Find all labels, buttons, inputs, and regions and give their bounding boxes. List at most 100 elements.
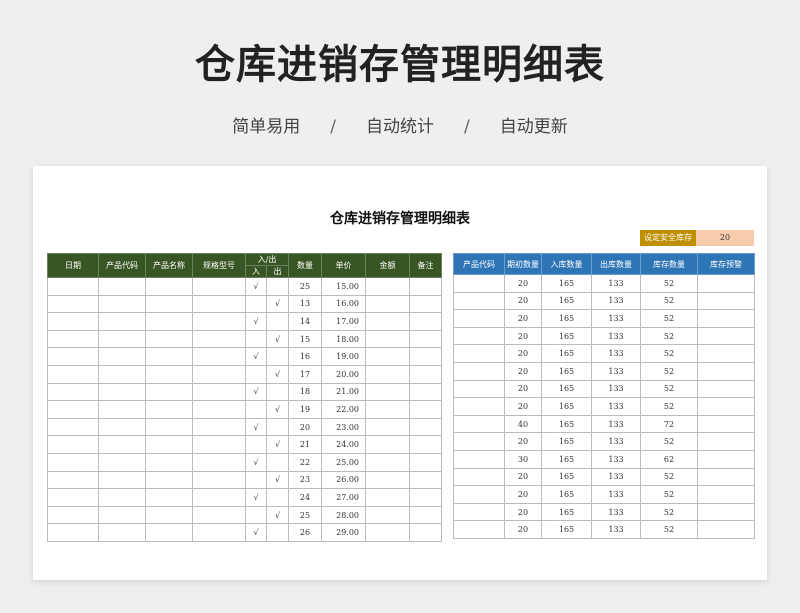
cell-product-code[interactable] [453,467,505,487]
cell-stock-qty[interactable]: 52 [640,502,698,522]
cell-amount[interactable] [365,364,411,384]
cell-inbound-qty[interactable]: 165 [541,309,592,328]
cell-stock-qty[interactable]: 52 [640,344,698,363]
cell-outbound-qty[interactable]: 133 [591,326,641,346]
cell-unit-price[interactable]: 29.00 [321,523,367,542]
cell-unit-price[interactable]: 25.00 [321,452,367,472]
cell-in-check[interactable] [245,329,267,349]
cell-product-code[interactable] [453,449,505,469]
cell-out-check[interactable] [265,382,290,402]
cell-spec[interactable] [192,417,246,437]
cell-opening-qty[interactable]: 20 [504,485,542,504]
cell-in-check[interactable] [245,364,267,384]
cell-product-name[interactable] [145,488,193,507]
cell-date[interactable] [47,523,99,542]
cell-spec[interactable] [192,452,246,472]
cell-stock-alert[interactable] [697,520,755,539]
cell-inbound-qty[interactable]: 165 [541,520,592,539]
cell-unit-price[interactable]: 27.00 [321,488,367,507]
cell-product-code[interactable] [453,502,505,522]
cell-amount[interactable] [365,294,411,314]
cell-remark[interactable] [409,435,443,454]
cell-spec[interactable] [192,329,246,349]
cell-product-name[interactable] [145,505,193,525]
cell-date[interactable] [47,312,99,331]
cell-remark[interactable] [409,470,443,490]
cell-stock-alert[interactable] [697,361,755,381]
cell-unit-price[interactable]: 28.00 [321,505,367,525]
cell-inbound-qty[interactable]: 165 [541,467,592,487]
cell-out-check[interactable]: √ [265,400,290,419]
cell-opening-qty[interactable]: 20 [504,309,542,328]
cell-stock-alert[interactable] [697,344,755,363]
cell-product-name[interactable] [145,294,193,314]
cell-amount[interactable] [365,488,411,507]
cell-product-code[interactable] [453,326,505,346]
cell-quantity[interactable]: 14 [288,312,323,331]
cell-spec[interactable] [192,435,246,454]
cell-out-check[interactable]: √ [265,329,290,349]
cell-product-code[interactable] [98,329,146,349]
cell-stock-alert[interactable] [697,485,755,504]
cell-amount[interactable] [365,435,411,454]
cell-in-check[interactable]: √ [245,382,267,402]
cell-amount[interactable] [365,347,411,366]
cell-stock-qty[interactable]: 52 [640,309,698,328]
cell-product-code[interactable] [453,379,505,399]
cell-inbound-qty[interactable]: 165 [541,291,592,311]
cell-inbound-qty[interactable]: 165 [541,485,592,504]
cell-out-check[interactable] [265,523,290,542]
cell-opening-qty[interactable]: 20 [504,326,542,346]
cell-product-code[interactable] [98,452,146,472]
cell-out-check[interactable]: √ [265,505,290,525]
cell-product-code[interactable] [453,274,505,293]
cell-product-code[interactable] [98,505,146,525]
cell-product-name[interactable] [145,523,193,542]
cell-quantity[interactable]: 25 [288,277,323,296]
cell-amount[interactable] [365,417,411,437]
cell-spec[interactable] [192,347,246,366]
cell-product-code[interactable] [453,485,505,504]
cell-out-check[interactable]: √ [265,470,290,490]
cell-outbound-qty[interactable]: 133 [591,414,641,434]
cell-opening-qty[interactable]: 20 [504,291,542,311]
cell-spec[interactable] [192,277,246,296]
cell-product-code[interactable] [453,432,505,451]
cell-out-check[interactable] [265,347,290,366]
cell-out-check[interactable] [265,488,290,507]
cell-opening-qty[interactable]: 20 [504,379,542,399]
cell-inbound-qty[interactable]: 165 [541,274,592,293]
cell-product-name[interactable] [145,382,193,402]
cell-product-code[interactable] [98,417,146,437]
cell-spec[interactable] [192,505,246,525]
cell-product-name[interactable] [145,312,193,331]
cell-amount[interactable] [365,470,411,490]
cell-product-name[interactable] [145,400,193,419]
cell-product-code[interactable] [453,414,505,434]
cell-stock-qty[interactable]: 52 [640,467,698,487]
cell-stock-qty[interactable]: 52 [640,274,698,293]
cell-remark[interactable] [409,417,443,437]
cell-spec[interactable] [192,470,246,490]
cell-product-code[interactable] [98,523,146,542]
cell-quantity[interactable]: 22 [288,452,323,472]
cell-quantity[interactable]: 16 [288,347,323,366]
cell-opening-qty[interactable]: 20 [504,361,542,381]
cell-amount[interactable] [365,452,411,472]
cell-quantity[interactable]: 19 [288,400,323,419]
cell-unit-price[interactable]: 16.00 [321,294,367,314]
cell-in-check[interactable]: √ [245,523,267,542]
cell-outbound-qty[interactable]: 133 [591,449,641,469]
cell-product-name[interactable] [145,435,193,454]
cell-date[interactable] [47,505,99,525]
cell-opening-qty[interactable]: 40 [504,414,542,434]
cell-stock-qty[interactable]: 52 [640,291,698,311]
cell-outbound-qty[interactable]: 133 [591,274,641,293]
cell-quantity[interactable]: 26 [288,523,323,542]
cell-product-code[interactable] [98,435,146,454]
cell-in-check[interactable] [245,435,267,454]
cell-date[interactable] [47,488,99,507]
cell-spec[interactable] [192,294,246,314]
cell-quantity[interactable]: 13 [288,294,323,314]
cell-spec[interactable] [192,523,246,542]
